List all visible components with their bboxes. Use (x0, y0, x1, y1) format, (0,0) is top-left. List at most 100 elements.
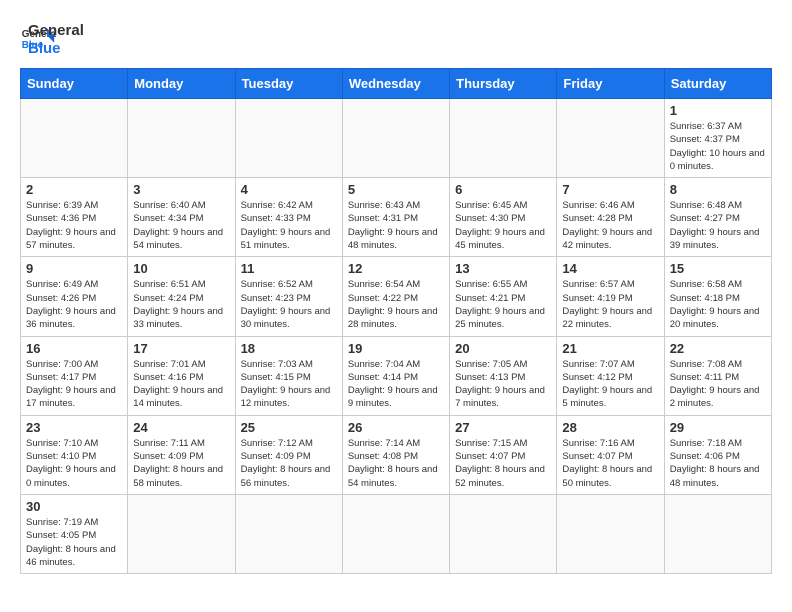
calendar-cell: 23Sunrise: 7:10 AM Sunset: 4:10 PM Dayli… (21, 415, 128, 494)
calendar-cell (128, 494, 235, 573)
calendar-cell: 3Sunrise: 6:40 AM Sunset: 4:34 PM Daylig… (128, 178, 235, 257)
day-number: 7 (562, 182, 658, 197)
calendar-cell (128, 99, 235, 178)
calendar-cell (450, 99, 557, 178)
day-info: Sunrise: 7:18 AM Sunset: 4:06 PM Dayligh… (670, 437, 766, 490)
calendar-cell: 13 Sunrise: 6:55 AM Sunset: 4:21 PM Dayli… (450, 257, 557, 336)
day-number: 2 (26, 182, 122, 197)
day-info: Sunrise: 7:10 AM Sunset: 4:10 PM Dayligh… (26, 437, 122, 490)
day-number: 11 (241, 261, 337, 276)
day-info: Sunrise: 7:12 AM Sunset: 4:09 PM Dayligh… (241, 437, 337, 490)
day-info: Sunrise: 7:16 AM Sunset: 4:07 PM Dayligh… (562, 437, 658, 490)
day-info: Sunrise: 6:43 AM Sunset: 4:31 PM Dayligh… (348, 199, 444, 252)
day-info: Sunrise: 6:52 AM Sunset: 4:23 PM Dayligh… (241, 278, 337, 331)
day-number: 4 (241, 182, 337, 197)
calendar-cell: 28 Sunrise: 7:16 AM Sunset: 4:07 PM Dayli… (557, 415, 664, 494)
calendar-week-row: 30 Sunrise: 7:19 AM Sunset: 4:05 PM Dayli… (21, 494, 772, 573)
day-number: 3 (133, 182, 229, 197)
calendar-cell: 9 Sunrise: 6:49 AM Sunset: 4:26 PM Daylig… (21, 257, 128, 336)
day-number: 6 (455, 182, 551, 197)
day-info: Sunrise: 6:49 AM Sunset: 4:26 PM Dayligh… (26, 278, 122, 331)
header: General Blue General Blue (20, 20, 772, 58)
day-info: Sunrise: 7:15 AM Sunset: 4:07 PM Dayligh… (455, 437, 551, 490)
calendar-cell: 21 Sunrise: 7:07 AM Sunset: 4:12 PM Dayli… (557, 336, 664, 415)
day-info: Sunrise: 6:42 AM Sunset: 4:33 PM Dayligh… (241, 199, 337, 252)
calendar-cell: 27 Sunrise: 7:15 AM Sunset: 4:07 PM Dayli… (450, 415, 557, 494)
calendar-cell: 19 Sunrise: 7:04 AM Sunset: 4:14 PM Dayli… (342, 336, 449, 415)
calendar-cell: 14 Sunrise: 6:57 AM Sunset: 4:19 PM Dayli… (557, 257, 664, 336)
day-number: 14 (562, 261, 658, 276)
logo-blue: Blue (28, 40, 84, 58)
day-info: Sunrise: 7:14 AM Sunset: 4:08 PM Dayligh… (348, 437, 444, 490)
calendar-cell (557, 99, 664, 178)
calendar-table: SundayMondayTuesdayWednesdayThursdayFrid… (20, 68, 772, 574)
calendar-cell: 5 Sunrise: 6:43 AM Sunset: 4:31 PM Daylig… (342, 178, 449, 257)
logo: General Blue General Blue (20, 20, 84, 58)
calendar-cell: 30 Sunrise: 7:19 AM Sunset: 4:05 PM Dayli… (21, 494, 128, 573)
day-info: Sunrise: 7:19 AM Sunset: 4:05 PM Dayligh… (26, 516, 122, 569)
calendar-cell (557, 494, 664, 573)
column-header-wednesday: Wednesday (342, 69, 449, 99)
calendar-cell (21, 99, 128, 178)
day-info: Sunrise: 6:54 AM Sunset: 4:22 PM Dayligh… (348, 278, 444, 331)
day-info: Sunrise: 7:11 AM Sunset: 4:09 PM Dayligh… (133, 437, 229, 490)
day-number: 13 (455, 261, 551, 276)
calendar-cell (450, 494, 557, 573)
calendar-cell: 15 Sunrise: 6:58 AM Sunset: 4:18 PM Dayli… (664, 257, 771, 336)
day-info: Sunrise: 6:57 AM Sunset: 4:19 PM Dayligh… (562, 278, 658, 331)
column-header-monday: Monday (128, 69, 235, 99)
calendar-cell: 2 Sunrise: 6:39 AM Sunset: 4:36 PM Daylig… (21, 178, 128, 257)
calendar-cell (235, 494, 342, 573)
calendar-cell: 25Sunrise: 7:12 AM Sunset: 4:09 PM Dayli… (235, 415, 342, 494)
day-number: 15 (670, 261, 766, 276)
day-number: 18 (241, 341, 337, 356)
calendar-cell: 16Sunrise: 7:00 AM Sunset: 4:17 PM Dayli… (21, 336, 128, 415)
day-number: 17 (133, 341, 229, 356)
day-info: Sunrise: 7:01 AM Sunset: 4:16 PM Dayligh… (133, 358, 229, 411)
day-number: 9 (26, 261, 122, 276)
calendar-cell (664, 494, 771, 573)
day-number: 5 (348, 182, 444, 197)
logo-general: General (28, 22, 84, 40)
day-number: 19 (348, 341, 444, 356)
calendar-cell: 26 Sunrise: 7:14 AM Sunset: 4:08 PM Dayli… (342, 415, 449, 494)
day-info: Sunrise: 6:48 AM Sunset: 4:27 PM Dayligh… (670, 199, 766, 252)
day-info: Sunrise: 7:04 AM Sunset: 4:14 PM Dayligh… (348, 358, 444, 411)
calendar-header-row: SundayMondayTuesdayWednesdayThursdayFrid… (21, 69, 772, 99)
calendar-cell: 17 Sunrise: 7:01 AM Sunset: 4:16 PM Dayli… (128, 336, 235, 415)
calendar-cell: 4 Sunrise: 6:42 AM Sunset: 4:33 PM Daylig… (235, 178, 342, 257)
day-number: 10 (133, 261, 229, 276)
calendar-cell: 18Sunrise: 7:03 AM Sunset: 4:15 PM Dayli… (235, 336, 342, 415)
calendar-cell: 8 Sunrise: 6:48 AM Sunset: 4:27 PM Daylig… (664, 178, 771, 257)
day-number: 28 (562, 420, 658, 435)
calendar-week-row: 2 Sunrise: 6:39 AM Sunset: 4:36 PM Daylig… (21, 178, 772, 257)
day-info: Sunrise: 7:07 AM Sunset: 4:12 PM Dayligh… (562, 358, 658, 411)
calendar-cell: 1Sunrise: 6:37 AM Sunset: 4:37 PM Daylig… (664, 99, 771, 178)
calendar-cell: 20Sunrise: 7:05 AM Sunset: 4:13 PM Dayli… (450, 336, 557, 415)
day-info: Sunrise: 7:05 AM Sunset: 4:13 PM Dayligh… (455, 358, 551, 411)
day-info: Sunrise: 6:46 AM Sunset: 4:28 PM Dayligh… (562, 199, 658, 252)
calendar-cell: 6Sunrise: 6:45 AM Sunset: 4:30 PM Daylig… (450, 178, 557, 257)
calendar-cell: 22 Sunrise: 7:08 AM Sunset: 4:11 PM Dayli… (664, 336, 771, 415)
day-info: Sunrise: 7:08 AM Sunset: 4:11 PM Dayligh… (670, 358, 766, 411)
calendar-cell: 10Sunrise: 6:51 AM Sunset: 4:24 PM Dayli… (128, 257, 235, 336)
day-number: 8 (670, 182, 766, 197)
day-info: Sunrise: 6:58 AM Sunset: 4:18 PM Dayligh… (670, 278, 766, 331)
column-header-saturday: Saturday (664, 69, 771, 99)
day-info: Sunrise: 6:37 AM Sunset: 4:37 PM Dayligh… (670, 120, 766, 173)
day-number: 22 (670, 341, 766, 356)
day-number: 26 (348, 420, 444, 435)
day-info: Sunrise: 6:39 AM Sunset: 4:36 PM Dayligh… (26, 199, 122, 252)
day-number: 12 (348, 261, 444, 276)
column-header-tuesday: Tuesday (235, 69, 342, 99)
calendar-cell: 24Sunrise: 7:11 AM Sunset: 4:09 PM Dayli… (128, 415, 235, 494)
day-number: 30 (26, 499, 122, 514)
day-number: 21 (562, 341, 658, 356)
calendar-cell (342, 494, 449, 573)
day-info: Sunrise: 6:55 AM Sunset: 4:21 PM Dayligh… (455, 278, 551, 331)
calendar-week-row: 9 Sunrise: 6:49 AM Sunset: 4:26 PM Daylig… (21, 257, 772, 336)
calendar-week-row: 1Sunrise: 6:37 AM Sunset: 4:37 PM Daylig… (21, 99, 772, 178)
column-header-thursday: Thursday (450, 69, 557, 99)
day-number: 27 (455, 420, 551, 435)
calendar-cell: 7 Sunrise: 6:46 AM Sunset: 4:28 PM Daylig… (557, 178, 664, 257)
